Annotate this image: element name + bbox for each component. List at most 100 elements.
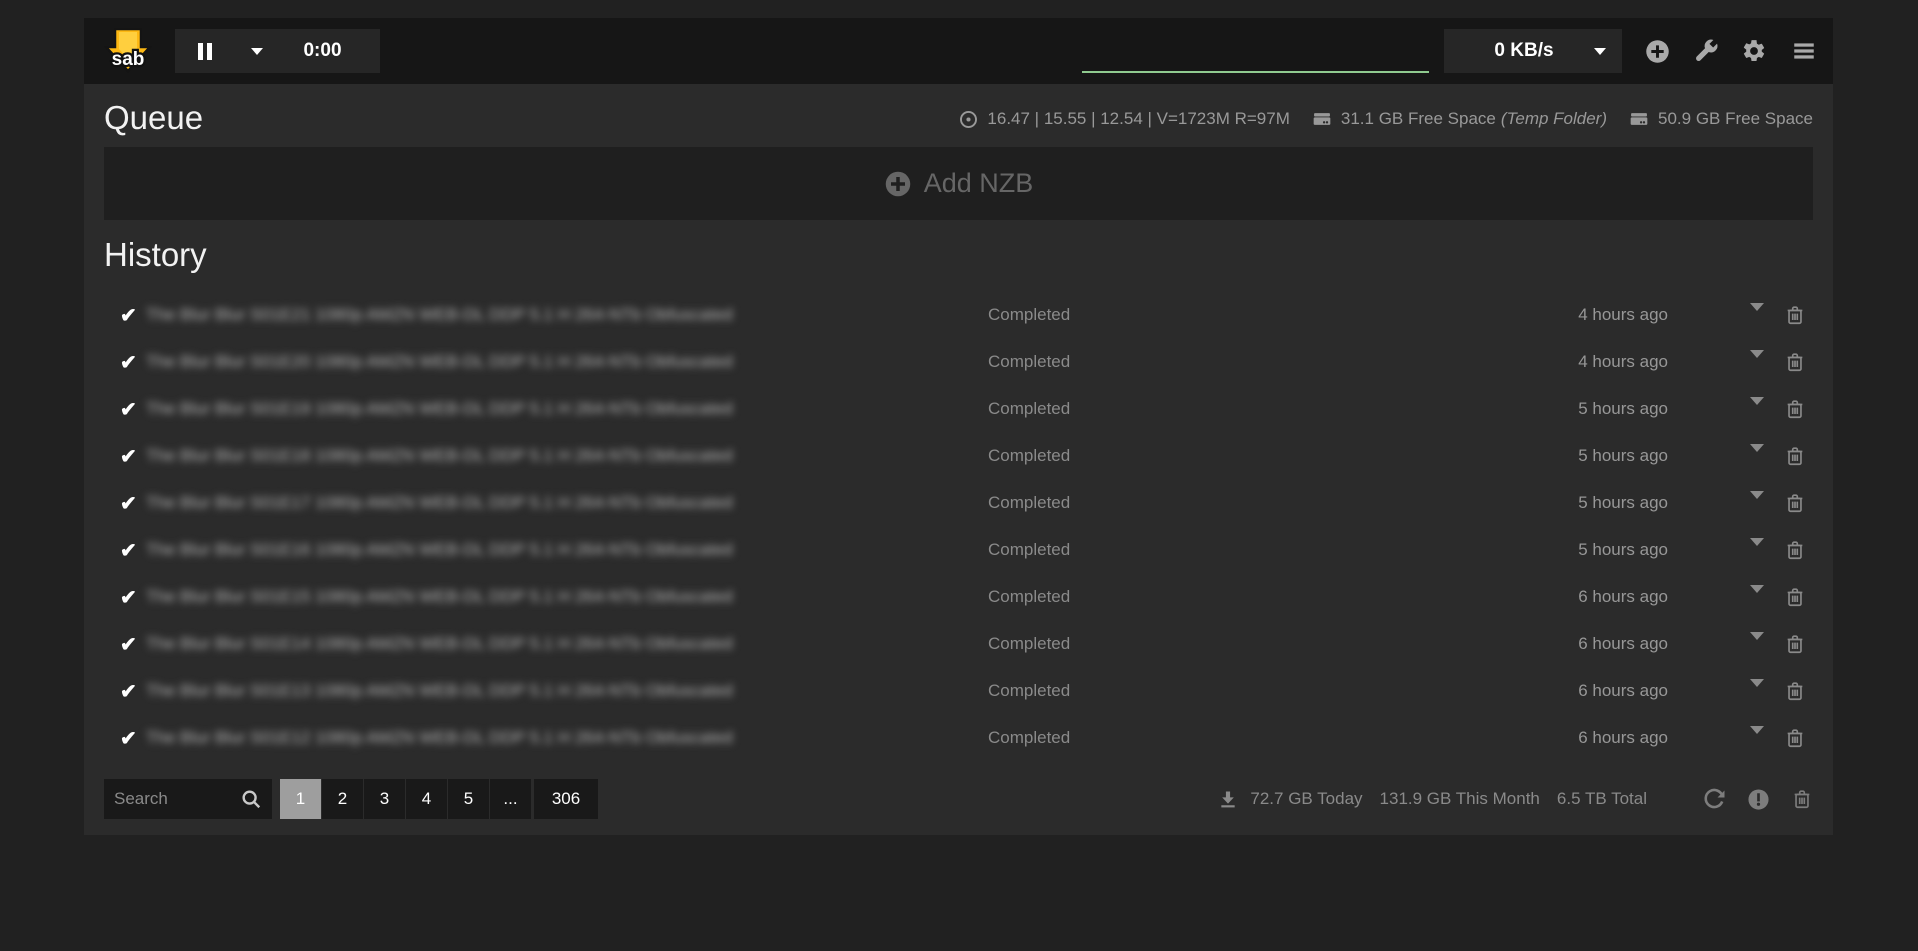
check-icon: ✔ [120, 303, 137, 328]
job-name[interactable]: The Blur Blur S01E15 1080p AMZN WEB-DL D… [146, 587, 806, 607]
free-space: 50.9 GB Free Space [1658, 109, 1813, 129]
main-content: Queue 16.47 | 15.55 | 12.54 | V=1723M R=… [84, 84, 1833, 835]
status-label: Completed [988, 493, 1070, 513]
page-button-306[interactable]: 306 [534, 779, 598, 819]
status-label: Completed [988, 587, 1070, 607]
add-nzb-icon[interactable] [1644, 38, 1671, 65]
job-name[interactable]: The Blur Blur S01E18 1080p AMZN WEB-DL D… [146, 446, 806, 466]
job-name[interactable]: The Blur Blur S01E17 1080p AMZN WEB-DL D… [146, 493, 806, 513]
search-icon[interactable] [240, 788, 262, 810]
trash-icon[interactable] [1784, 679, 1806, 703]
status-label: Completed [988, 634, 1070, 654]
download-totals: 72.7 GB Today 131.9 GB This Month 6.5 TB… [1218, 789, 1647, 809]
row-dropdown-button[interactable] [1750, 687, 1764, 705]
row-dropdown-button[interactable] [1750, 405, 1764, 423]
chevron-down-icon [1578, 48, 1622, 55]
top-navbar: sab 0:00 0 KB/s [84, 18, 1833, 84]
pause-dropdown-button[interactable] [235, 29, 279, 73]
wrench-icon[interactable] [1693, 38, 1719, 64]
job-name[interactable]: The Blur Blur S01E19 1080p AMZN WEB-DL D… [146, 399, 806, 419]
row-dropdown-button[interactable] [1750, 452, 1764, 470]
row-dropdown-button[interactable] [1750, 358, 1764, 376]
refresh-icon[interactable] [1702, 787, 1726, 811]
completed-time: 5 hours ago [1508, 399, 1668, 419]
page-button-3[interactable]: 3 [364, 779, 405, 819]
total-month: 131.9 GB This Month [1380, 789, 1540, 809]
history-row: ✔ The Blur Blur S01E12 1080p AMZN WEB-DL… [104, 716, 1813, 763]
speed-graph [1082, 29, 1429, 73]
check-icon: ✔ [120, 491, 137, 516]
job-name[interactable]: The Blur Blur S01E21 1080p AMZN WEB-DL D… [146, 305, 806, 325]
queue-stats: 16.47 | 15.55 | 12.54 | V=1723M R=97M 31… [959, 109, 1813, 129]
check-icon: ✔ [120, 444, 137, 469]
temp-free-space: 31.1 GB Free Space(Temp Folder) [1341, 109, 1607, 129]
sab-logo-icon[interactable]: sab [104, 27, 152, 75]
check-icon: ✔ [120, 585, 137, 610]
trash-icon[interactable] [1784, 491, 1806, 515]
gear-icon[interactable] [1741, 38, 1767, 64]
check-icon: ✔ [120, 397, 137, 422]
job-name[interactable]: The Blur Blur S01E20 1080p AMZN WEB-DL D… [146, 352, 806, 372]
completed-time: 5 hours ago [1508, 493, 1668, 513]
pause-button[interactable] [175, 29, 235, 73]
page-button-1[interactable]: 1 [280, 779, 321, 819]
trash-icon[interactable] [1784, 585, 1806, 609]
timeleft-display: 0:00 [279, 40, 380, 62]
page-button-4[interactable]: 4 [406, 779, 447, 819]
check-icon: ✔ [120, 679, 137, 704]
trash-icon[interactable] [1784, 303, 1806, 327]
download-icon [1218, 789, 1238, 809]
trash-icon[interactable] [1784, 350, 1806, 374]
exclamation-circle-icon[interactable] [1747, 788, 1770, 811]
trash-icon[interactable] [1784, 726, 1806, 750]
row-dropdown-button[interactable] [1750, 499, 1764, 517]
completed-time: 6 hours ago [1508, 728, 1668, 748]
history-row: ✔ The Blur Blur S01E16 1080p AMZN WEB-DL… [104, 528, 1813, 575]
job-name[interactable]: The Blur Blur S01E14 1080p AMZN WEB-DL D… [146, 634, 806, 654]
page-button-ellipsis[interactable]: ... [490, 779, 531, 819]
row-dropdown-button[interactable] [1750, 640, 1764, 658]
menu-icon[interactable] [1789, 38, 1819, 64]
status-label: Completed [988, 446, 1070, 466]
trash-icon[interactable] [1791, 787, 1813, 811]
search-input[interactable] [114, 789, 240, 809]
trash-icon[interactable] [1784, 538, 1806, 562]
trash-icon[interactable] [1784, 397, 1806, 421]
plus-circle-icon [884, 170, 912, 198]
history-title: History [104, 235, 1813, 275]
row-dropdown-button[interactable] [1750, 546, 1764, 564]
search-box [104, 779, 272, 819]
job-name[interactable]: The Blur Blur S01E13 1080p AMZN WEB-DL D… [146, 681, 806, 701]
completed-time: 6 hours ago [1508, 587, 1668, 607]
row-dropdown-button[interactable] [1750, 734, 1764, 752]
trash-icon[interactable] [1784, 632, 1806, 656]
job-name[interactable]: The Blur Blur S01E12 1080p AMZN WEB-DL D… [146, 728, 806, 748]
history-footer: 1 2 3 4 5 ... 306 72.7 GB Today 131.9 GB… [104, 779, 1813, 819]
pause-icon [198, 43, 203, 60]
temp-folder-note: (Temp Folder) [1501, 109, 1607, 128]
total-today: 72.7 GB Today [1250, 789, 1362, 809]
add-nzb-dropzone[interactable]: Add NZB [104, 147, 1813, 220]
history-list: ✔ The Blur Blur S01E21 1080p AMZN WEB-DL… [104, 293, 1813, 763]
status-label: Completed [988, 352, 1070, 372]
pagination: 1 2 3 4 5 ... 306 [280, 779, 598, 819]
trash-icon[interactable] [1784, 444, 1806, 468]
page-button-2[interactable]: 2 [322, 779, 363, 819]
status-label: Completed [988, 540, 1070, 560]
history-row: ✔ The Blur Blur S01E17 1080p AMZN WEB-DL… [104, 481, 1813, 528]
app-container: sab 0:00 0 KB/s [84, 18, 1833, 835]
completed-time: 5 hours ago [1508, 540, 1668, 560]
row-dropdown-button[interactable] [1750, 311, 1764, 329]
job-name[interactable]: The Blur Blur S01E16 1080p AMZN WEB-DL D… [146, 540, 806, 560]
speed-limit-dropdown[interactable]: 0 KB/s [1444, 29, 1622, 73]
history-row: ✔ The Blur Blur S01E13 1080p AMZN WEB-DL… [104, 669, 1813, 716]
completed-time: 6 hours ago [1508, 634, 1668, 654]
completed-time: 4 hours ago [1508, 305, 1668, 325]
status-label: Completed [988, 305, 1070, 325]
speed-value: 0 KB/s [1444, 40, 1578, 62]
page-button-5[interactable]: 5 [448, 779, 489, 819]
queue-header: Queue 16.47 | 15.55 | 12.54 | V=1723M R=… [104, 98, 1813, 147]
row-dropdown-button[interactable] [1750, 593, 1764, 611]
completed-time: 4 hours ago [1508, 352, 1668, 372]
check-icon: ✔ [120, 350, 137, 375]
